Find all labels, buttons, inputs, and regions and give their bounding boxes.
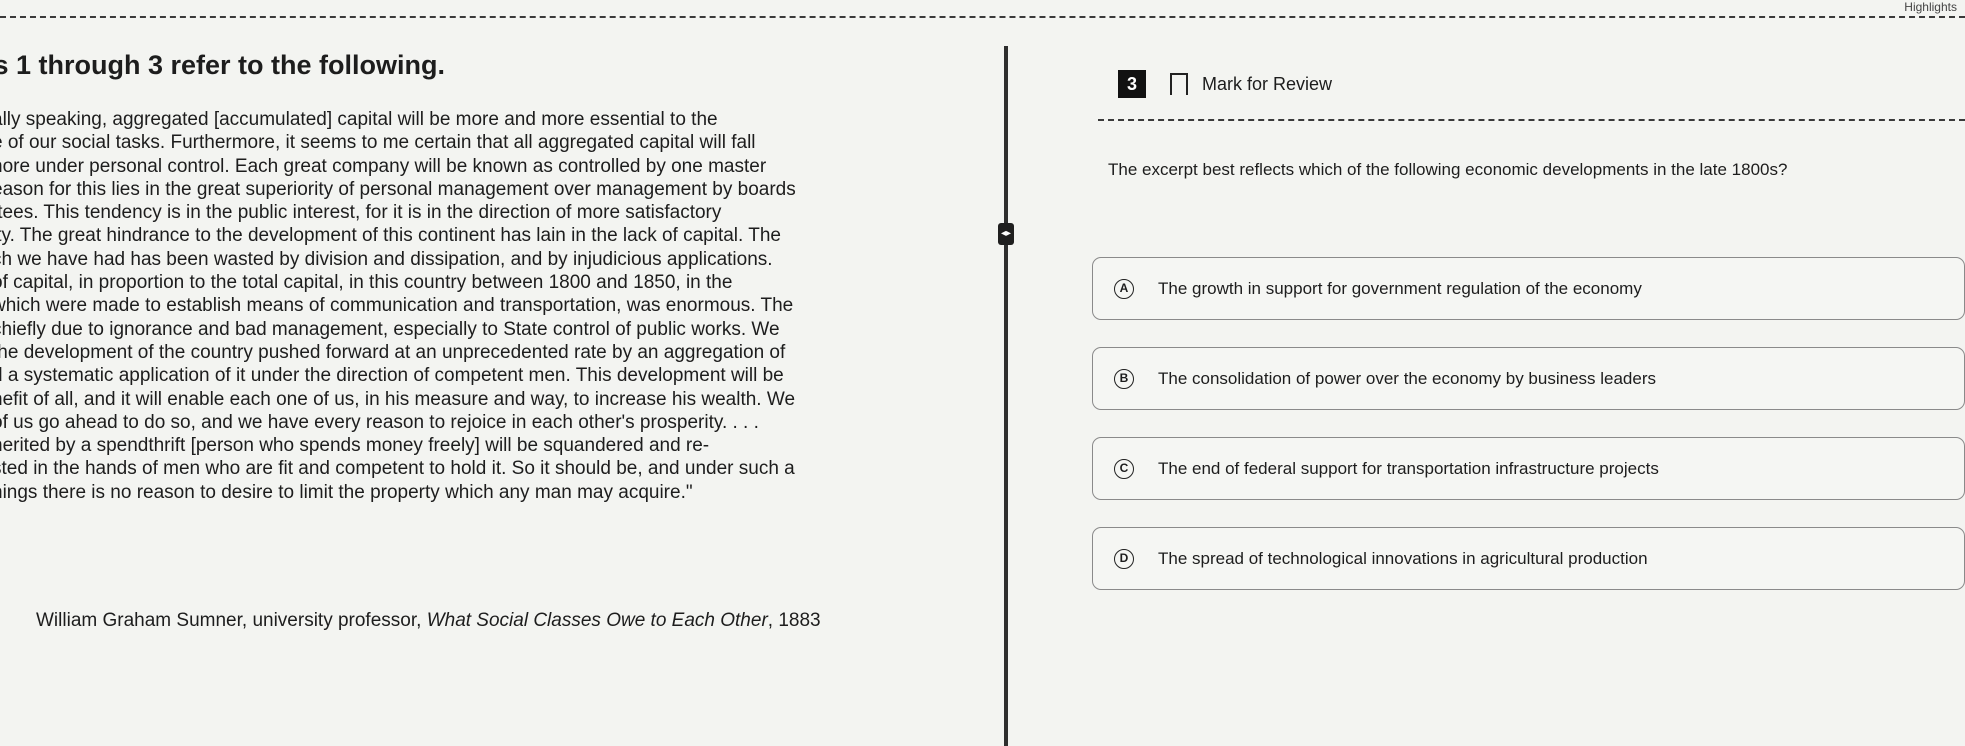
passage-line: ity. The great hindrance to the developm… — [0, 225, 781, 247]
question-header: 3 Mark for Review — [1118, 70, 1332, 98]
bookmark-icon[interactable] — [1170, 73, 1188, 97]
question-header-divider — [1098, 119, 1965, 121]
passage-line: of capital, in proportion to the total c… — [0, 272, 733, 294]
answer-option-d[interactable]: D The spread of technological innovation… — [1092, 527, 1965, 590]
passage-line: chiefly due to ignorance and bad managem… — [0, 318, 780, 340]
option-text-a: The growth in support for government reg… — [1158, 278, 1642, 298]
option-text-c: The end of federal support for transport… — [1158, 458, 1659, 478]
passage-line: e of our social tasks. Furthermore, it s… — [0, 132, 756, 154]
passage-line: nore under personal control. Each great … — [0, 155, 767, 177]
attribution-title: What Social Classes Owe to Each Other — [426, 610, 768, 631]
passage-line: ally speaking, aggregated [accumulated] … — [0, 109, 718, 130]
answer-option-c[interactable]: C The end of federal support for transpo… — [1092, 437, 1965, 500]
passage-line: herited by a spendthrift [person who spe… — [0, 435, 710, 457]
passage-line: nefit of all, and it will enable each on… — [0, 388, 796, 410]
passage-heading: ıs 1 through 3 refer to the following. — [0, 50, 446, 80]
attribution-author: William Graham Sumner, university profes… — [36, 610, 427, 631]
highlights-button[interactable]: Highlights — [1904, 0, 1957, 14]
option-letter-b: B — [1114, 368, 1134, 389]
passage-text: ally speaking, aggregated [accumulated] … — [0, 108, 796, 504]
passage-line: sted in the hands of men who are fit and… — [0, 458, 795, 480]
passage-pane: ıs 1 through 3 refer to the following. a… — [0, 20, 1004, 746]
option-letter-a: A — [1114, 278, 1134, 299]
question-stem: The excerpt best reflects which of the f… — [1108, 160, 1788, 179]
passage-line: hings there is no reason to desire to li… — [0, 481, 693, 503]
option-letter-d: D — [1114, 548, 1134, 569]
option-text-b: The consolidation of power over the econ… — [1158, 368, 1657, 388]
answer-option-a[interactable]: A The growth in support for government r… — [1092, 257, 1965, 320]
top-border — [0, 0, 1965, 18]
passage-attribution: William Graham Sumner, university profes… — [36, 610, 821, 632]
attribution-year: , 1883 — [767, 610, 821, 631]
passage-line: d a systematic application of it under t… — [0, 365, 784, 387]
mark-for-review-button[interactable]: Mark for Review — [1202, 74, 1332, 95]
passage-line: ttees. This tendency is in the public in… — [0, 202, 722, 224]
answer-option-b[interactable]: B The consolidation of power over the ec… — [1092, 347, 1965, 410]
passage-line: the development of the country pushed fo… — [0, 341, 786, 363]
question-pane: 3 Mark for Review The excerpt best refle… — [1008, 20, 1965, 746]
passage-line: ch we have had has been wasted by divisi… — [0, 248, 773, 270]
passage-line: eason for this lies in the great superio… — [0, 178, 796, 200]
option-text-d: The spread of technological innovations … — [1158, 548, 1648, 568]
question-number: 3 — [1118, 70, 1146, 98]
passage-line: of us go ahead to do so, and we have eve… — [0, 411, 759, 433]
passage-line: which were made to establish means of co… — [0, 295, 794, 317]
option-letter-c: C — [1114, 458, 1134, 479]
